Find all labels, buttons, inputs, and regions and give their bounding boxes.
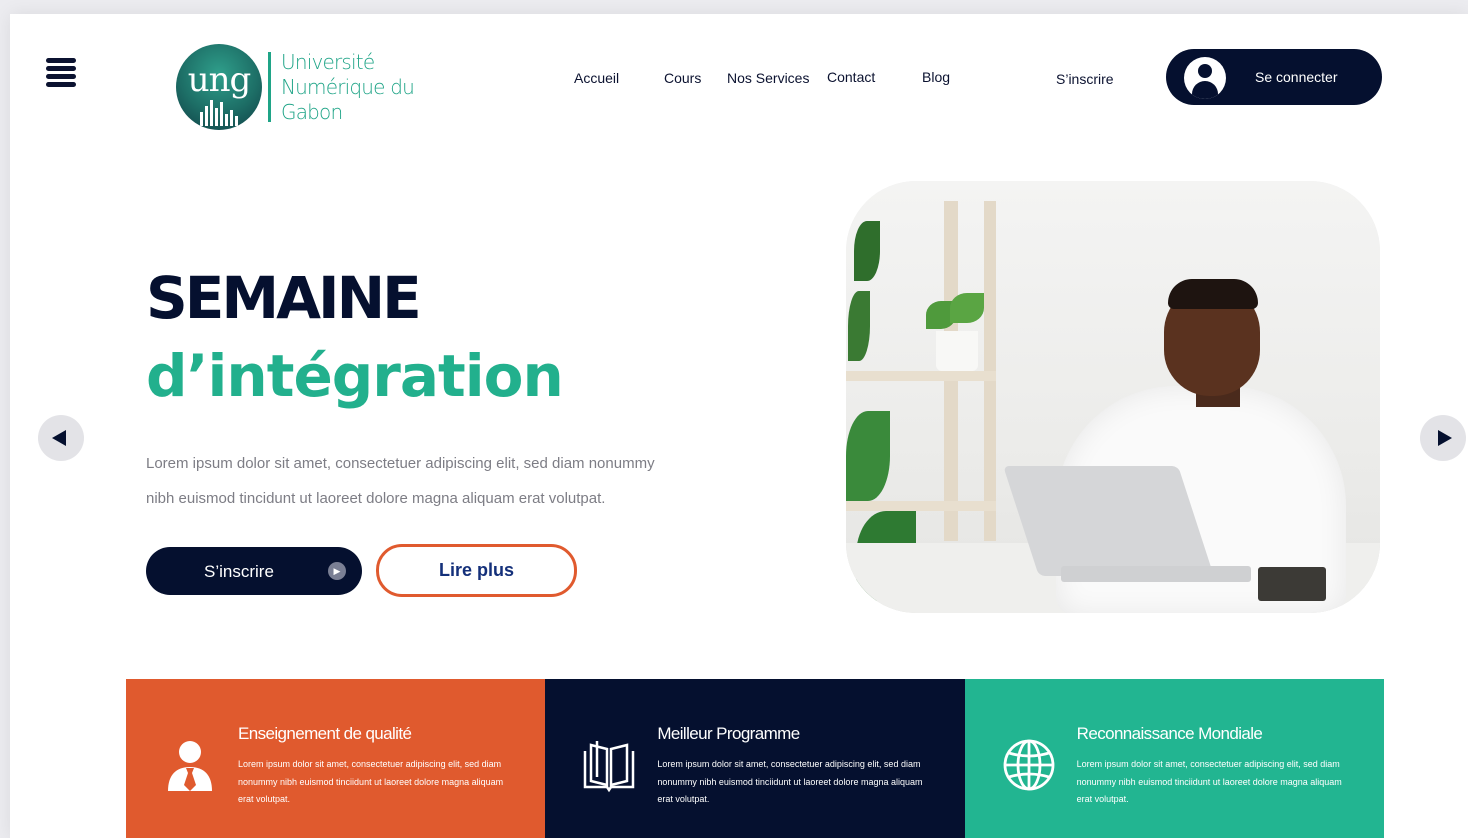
login-button-label: Se connecter: [1255, 69, 1338, 85]
user-avatar-icon: [1184, 57, 1226, 99]
hero-register-label: S’inscrire: [204, 562, 274, 581]
hero-description: Lorem ipsum dolor sit amet, consectetuer…: [146, 446, 786, 516]
hero-title-line-2: d’intégration: [146, 342, 564, 410]
logo-text: Université Numérique du Gabon: [281, 49, 415, 125]
carousel-prev-arrow-icon[interactable]: [38, 415, 84, 461]
feature-title: Reconnaissance Mondiale: [1076, 724, 1263, 743]
feature-title: Meilleur Programme: [657, 724, 800, 743]
logo-line-3: Gabon: [281, 99, 343, 124]
feature-description: Lorem ipsum dolor sit amet, consectetuer…: [1076, 759, 1342, 804]
nav-contact[interactable]: Contact: [827, 69, 875, 85]
page: ung Université Numérique du Gabon Accuei…: [10, 14, 1468, 838]
nav-blog[interactable]: Blog: [922, 69, 950, 85]
feature-title: Enseignement de qualité: [238, 724, 412, 743]
feature-description: Lorem ipsum dolor sit amet, consectetuer…: [657, 759, 923, 804]
hero-photo: [846, 181, 1380, 613]
logo[interactable]: ung Université Numérique du Gabon: [176, 44, 415, 130]
hamburger-menu-icon[interactable]: [46, 58, 76, 88]
nav-register-link[interactable]: S’inscrire: [1056, 71, 1114, 87]
hero-title-line-1: SEMAINE: [146, 264, 422, 332]
hero-register-button[interactable]: S’inscrire ▶: [146, 547, 362, 595]
read-more-button[interactable]: Lire plus: [376, 544, 577, 597]
logo-monogram: ung: [176, 44, 262, 130]
feature-description: Lorem ipsum dolor sit amet, consectetuer…: [238, 759, 504, 804]
feature-recognition: Reconnaissance Mondiale Lorem ipsum dolo…: [964, 679, 1384, 838]
logo-separator: [268, 52, 271, 122]
chevron-right-icon: ▶: [328, 562, 346, 580]
open-book-icon: [584, 741, 635, 793]
carousel-next-arrow-icon[interactable]: [1420, 415, 1466, 461]
logo-line-1: Université: [281, 49, 375, 74]
hero-description-line-1: Lorem ipsum dolor sit amet, consectetuer…: [146, 455, 655, 472]
logo-bars-icon: [200, 100, 238, 126]
login-button[interactable]: Se connecter: [1166, 49, 1382, 105]
nav-accueil[interactable]: Accueil: [574, 70, 619, 86]
logo-line-2: Numérique du: [281, 74, 415, 99]
person-with-tie-icon: [168, 741, 212, 791]
feature-program: Meilleur Programme Lorem ipsum dolor sit…: [545, 679, 965, 838]
nav-nos-services[interactable]: Nos Services: [727, 70, 809, 86]
logo-monogram-text: ung: [187, 60, 252, 100]
feature-quality: Enseignement de qualité Lorem ipsum dolo…: [126, 679, 546, 838]
globe-icon: [1003, 739, 1055, 791]
hero-description-line-2: nibh euismod tincidunt ut laoreet dolore…: [146, 490, 606, 507]
nav-cours[interactable]: Cours: [664, 70, 701, 86]
features-strip: Enseignement de qualité Lorem ipsum dolo…: [126, 679, 1384, 838]
